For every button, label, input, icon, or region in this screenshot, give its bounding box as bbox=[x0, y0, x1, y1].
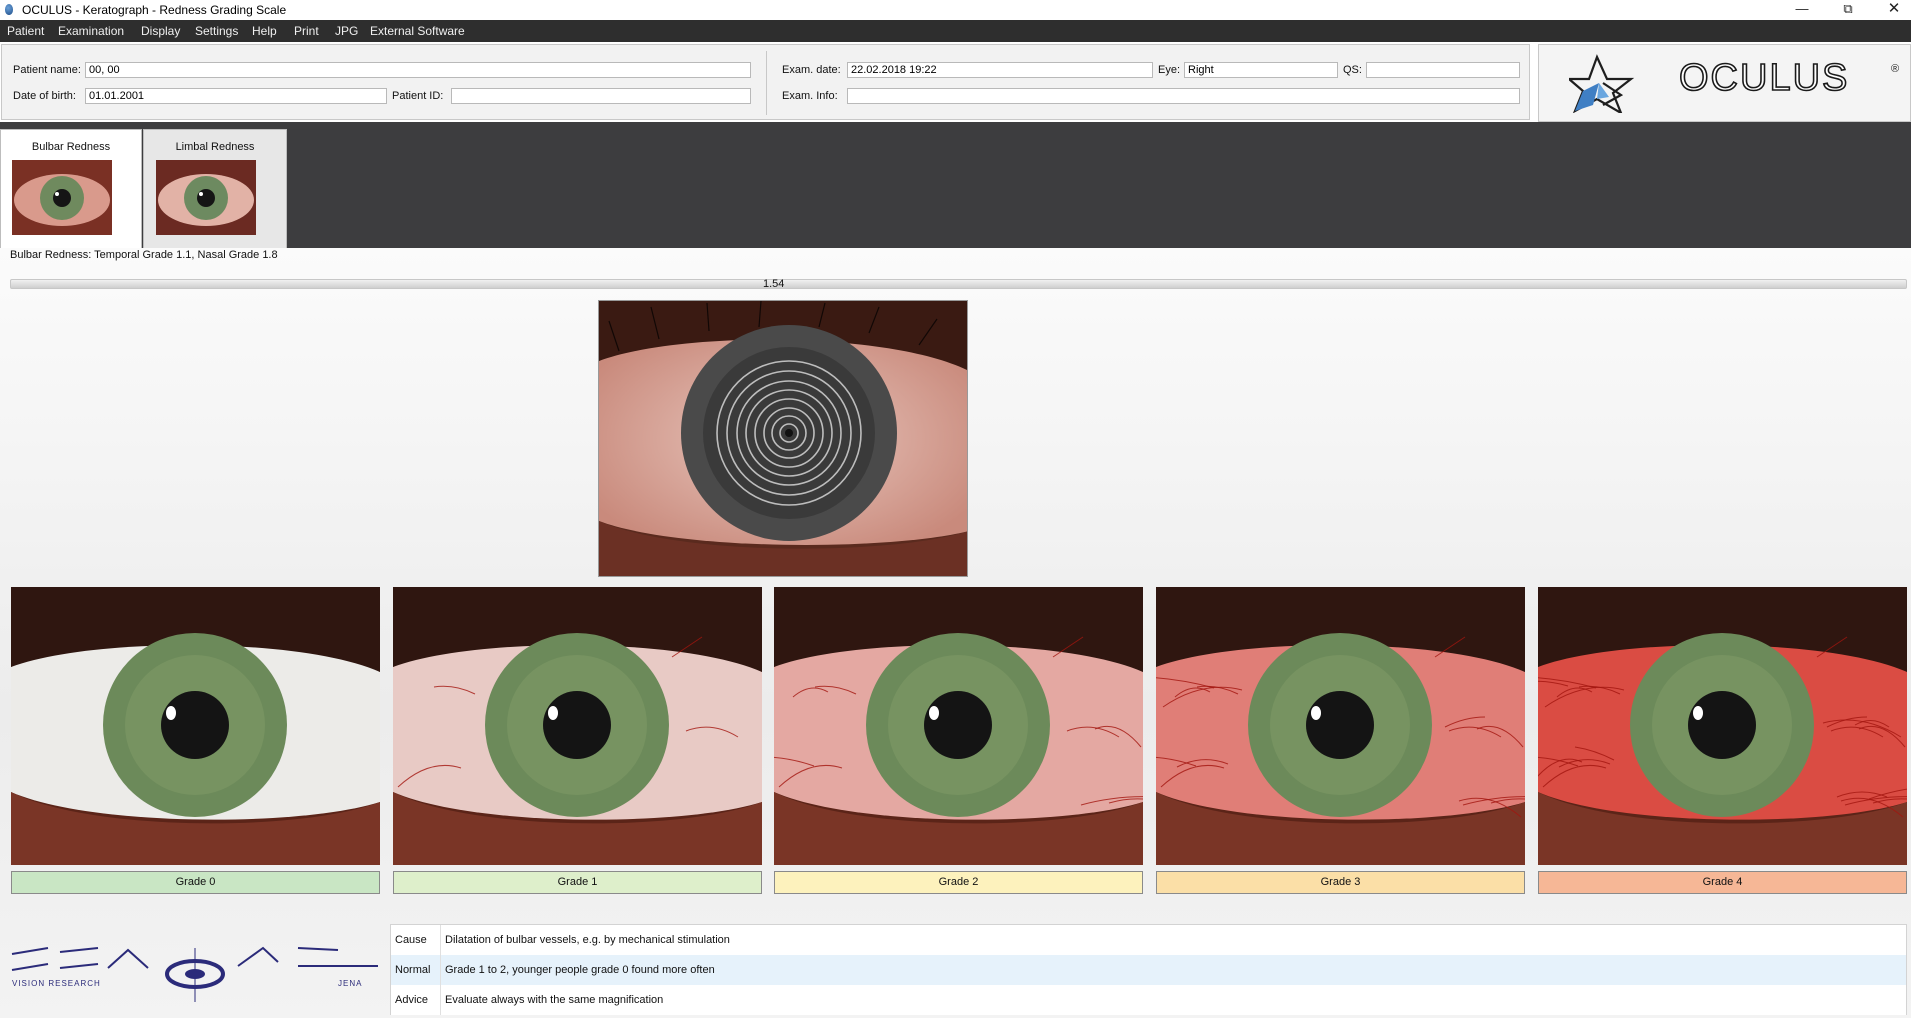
info-separator bbox=[440, 985, 441, 1015]
app-icon bbox=[5, 4, 13, 15]
info-row-normal: Normal Grade 1 to 2, younger people grad… bbox=[391, 955, 1906, 985]
info-separator bbox=[440, 925, 441, 955]
grade-1-eye-image[interactable] bbox=[393, 587, 762, 865]
eye-field[interactable]: Right bbox=[1184, 62, 1338, 78]
redness-scale-bar bbox=[10, 279, 1907, 289]
info-table: Cause Dilatation of bulbar vessels, e.g.… bbox=[390, 924, 1907, 1015]
close-icon[interactable]: ✕ bbox=[1871, 0, 1911, 20]
tab-limbal-redness[interactable]: Limbal Redness bbox=[143, 129, 287, 248]
info-key: Normal bbox=[395, 964, 431, 976]
dob-field[interactable]: 01.01.2001 bbox=[85, 88, 387, 104]
menu-external-software[interactable]: External Software bbox=[370, 24, 465, 38]
info-key: Advice bbox=[395, 994, 429, 1006]
panel-divider bbox=[766, 51, 767, 115]
patient-info-panel: Patient name: 00, 00 Date of birth: 01.0… bbox=[1, 44, 1530, 120]
exam-date-field[interactable]: 22.02.2018 19:22 bbox=[847, 62, 1153, 78]
jenvis-logo: VISION RESEARCH JENA bbox=[8, 940, 383, 1002]
grade-0-eye-image[interactable] bbox=[11, 587, 380, 865]
menu-settings[interactable]: Settings bbox=[195, 24, 238, 38]
redness-score: 1.54 bbox=[763, 278, 785, 290]
patient-id-label: Patient ID: bbox=[392, 90, 444, 102]
minimize-icon[interactable]: — bbox=[1779, 0, 1825, 20]
menu-display[interactable]: Display bbox=[141, 24, 180, 38]
qs-label: QS: bbox=[1343, 64, 1362, 76]
grade-2-eye-image[interactable] bbox=[774, 587, 1143, 865]
oculus-logo-panel: OCULUS ® bbox=[1538, 44, 1911, 122]
grade-1-button[interactable]: Grade 1 bbox=[393, 871, 762, 894]
limbal-thumbnail bbox=[156, 160, 256, 235]
window-title: OCULUS - Keratograph - Redness Grading S… bbox=[22, 3, 287, 17]
tab-label: Bulbar Redness bbox=[31, 141, 111, 153]
exam-date-label: Exam. date: bbox=[782, 64, 841, 76]
info-value: Evaluate always with the same magnificat… bbox=[445, 994, 664, 1006]
grade-4-button[interactable]: Grade 4 bbox=[1538, 871, 1907, 894]
patient-name-field[interactable]: 00, 00 bbox=[85, 62, 751, 78]
menu-jpg[interactable]: JPG bbox=[335, 24, 358, 38]
tab-bulbar-redness[interactable]: Bulbar Redness bbox=[0, 129, 142, 248]
grade-0-button[interactable]: Grade 0 bbox=[11, 871, 380, 894]
title-bar: OCULUS - Keratograph - Redness Grading S… bbox=[0, 0, 1911, 20]
restore-icon[interactable]: ⧉ bbox=[1825, 0, 1871, 20]
grade-2-button[interactable]: Grade 2 bbox=[774, 871, 1143, 894]
grade-3-button[interactable]: Grade 3 bbox=[1156, 871, 1525, 894]
oculus-logo-text: OCULUS bbox=[1678, 56, 1850, 100]
info-value: Dilatation of bulbar vessels, e.g. by me… bbox=[445, 934, 730, 946]
exam-eye-image[interactable] bbox=[598, 300, 968, 577]
info-value: Grade 1 to 2, younger people grade 0 fou… bbox=[445, 964, 715, 976]
dob-label: Date of birth: bbox=[13, 90, 76, 102]
menu-examination[interactable]: Examination bbox=[58, 24, 124, 38]
bulbar-thumbnail bbox=[12, 160, 112, 235]
jenvis-subtext-right: JENA bbox=[338, 979, 362, 988]
jenvis-subtext-left: VISION RESEARCH bbox=[12, 979, 101, 988]
menu-print[interactable]: Print bbox=[294, 24, 319, 38]
info-separator bbox=[440, 955, 441, 985]
redness-summary: Bulbar Redness: Temporal Grade 1.1, Nasa… bbox=[10, 249, 278, 261]
menu-help[interactable]: Help bbox=[252, 24, 277, 38]
registered-mark: ® bbox=[1891, 63, 1900, 75]
patient-id-field[interactable] bbox=[451, 88, 751, 104]
patient-name-label: Patient name: bbox=[13, 64, 81, 76]
eye-label: Eye: bbox=[1158, 64, 1181, 76]
exam-info-label: Exam. Info: bbox=[782, 90, 838, 102]
tab-label: Limbal Redness bbox=[175, 141, 255, 153]
menu-patient[interactable]: Patient bbox=[7, 24, 44, 38]
exam-info-field[interactable] bbox=[847, 88, 1520, 104]
info-key: Cause bbox=[395, 934, 427, 946]
menu-bar: Patient Examination Display Settings Hel… bbox=[0, 20, 1911, 42]
grade-3-eye-image[interactable] bbox=[1156, 587, 1525, 865]
info-row-advice: Advice Evaluate always with the same mag… bbox=[391, 985, 1906, 1015]
info-row-cause: Cause Dilatation of bulbar vessels, e.g.… bbox=[391, 925, 1906, 955]
grade-4-eye-image[interactable] bbox=[1538, 587, 1907, 865]
oculus-star-icon bbox=[1569, 54, 1635, 113]
qs-field[interactable] bbox=[1366, 62, 1520, 78]
